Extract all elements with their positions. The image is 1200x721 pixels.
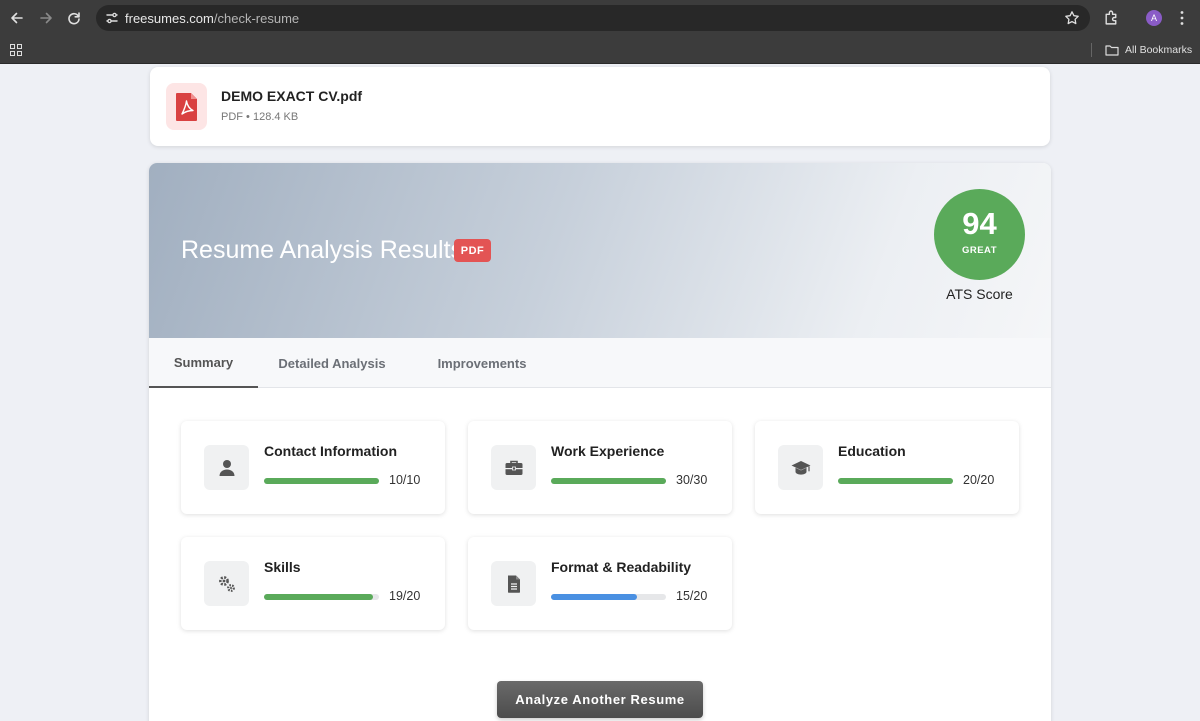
url-path: /check-resume — [213, 11, 300, 26]
pdf-file-icon — [175, 92, 197, 121]
section-icon-box — [204, 561, 249, 606]
ats-score-circle: 94 GREAT — [934, 189, 1025, 280]
forward-button[interactable] — [36, 8, 56, 28]
section-score: 30/30 — [676, 473, 708, 487]
person-icon — [219, 459, 234, 476]
section-progress-fill — [551, 478, 666, 484]
tab-detailed-analysis[interactable]: Detailed Analysis — [258, 338, 406, 388]
section-title: Work Experience — [551, 443, 665, 459]
results-title: Resume Analysis Results — [181, 236, 464, 264]
section-card-skills: Skills 19/20 — [181, 537, 445, 630]
results-header: Resume Analysis Results PDF 94 GREAT ATS… — [149, 163, 1051, 338]
section-score: 15/20 — [676, 589, 708, 603]
section-progress-track — [838, 478, 953, 484]
reload-icon — [68, 12, 80, 25]
uploaded-file-card: DEMO EXACT CV.pdf PDF • 128.4 KB — [150, 67, 1050, 146]
section-progress-track — [551, 594, 666, 600]
section-icon-box — [204, 445, 249, 490]
graduation-cap-icon — [791, 460, 810, 475]
apps-grid-icon[interactable] — [10, 44, 22, 56]
folder-icon[interactable] — [1105, 44, 1119, 56]
arrow-right-icon — [40, 12, 52, 24]
bookmark-star-icon[interactable] — [1064, 10, 1080, 26]
section-card-work-experience: Work Experience 30/30 — [468, 421, 732, 514]
document-icon — [507, 575, 520, 593]
file-type-badge: PDF — [454, 239, 491, 262]
more-menu-icon[interactable] — [1180, 10, 1184, 26]
section-card-education: Education 20/20 — [755, 421, 1019, 514]
results-card: Resume Analysis Results PDF 94 GREAT ATS… — [149, 163, 1051, 721]
section-card-contact-information: Contact Information 10/10 — [181, 421, 445, 514]
back-button[interactable] — [7, 8, 27, 28]
url-text[interactable]: freesumes.com/check-resume — [125, 11, 299, 26]
section-progress-track — [264, 478, 379, 484]
file-name: DEMO EXACT CV.pdf — [221, 88, 363, 104]
section-score: 10/10 — [389, 473, 421, 487]
bookmarks-bar: All Bookmarks — [0, 36, 1200, 64]
section-progress-fill — [838, 478, 953, 484]
section-progress-fill — [551, 594, 638, 600]
section-title: Contact Information — [264, 443, 397, 459]
extensions-icon[interactable] — [1103, 9, 1120, 26]
section-progress-track — [264, 594, 379, 600]
section-progress-fill — [264, 478, 379, 484]
section-title: Skills — [264, 559, 301, 575]
ats-score-grade: GREAT — [961, 245, 998, 256]
section-score: 20/20 — [963, 473, 995, 487]
section-card-format-readability: Format & Readability 15/20 — [468, 537, 732, 630]
tab-summary[interactable]: Summary — [149, 338, 258, 388]
section-score: 19/20 — [389, 589, 421, 603]
section-title: Education — [838, 443, 906, 459]
url-host: freesumes.com — [125, 11, 214, 26]
arrow-left-icon — [11, 12, 23, 24]
briefcase-icon — [505, 460, 522, 475]
ats-score-value: 94 — [962, 206, 997, 241]
pdf-file-icon-container — [166, 83, 207, 130]
analyze-another-button[interactable]: Analyze Another Resume — [497, 681, 703, 718]
gears-icon — [218, 575, 235, 592]
browser-toolbar: freesumes.com/check-resume A — [0, 0, 1200, 36]
bookmarks-divider — [1091, 43, 1092, 57]
ats-score-label: ATS Score — [946, 286, 1013, 302]
section-icon-box — [491, 445, 536, 490]
site-info-icon[interactable] — [104, 10, 120, 26]
section-progress-fill — [264, 594, 374, 600]
profile-avatar[interactable]: A — [1146, 10, 1162, 26]
reload-button[interactable] — [64, 8, 84, 28]
address-bar[interactable]: freesumes.com/check-resume — [96, 5, 1090, 31]
all-bookmarks-link[interactable]: All Bookmarks — [1125, 44, 1192, 56]
section-progress-track — [551, 478, 666, 484]
tab-improvements[interactable]: Improvements — [412, 338, 552, 388]
file-meta: PDF • 128.4 KB — [221, 111, 299, 123]
section-icon-box — [491, 561, 536, 606]
section-title: Format & Readability — [551, 559, 692, 575]
results-tabs: Summary Detailed Analysis Improvements — [149, 338, 1051, 388]
section-icon-box — [778, 445, 823, 490]
